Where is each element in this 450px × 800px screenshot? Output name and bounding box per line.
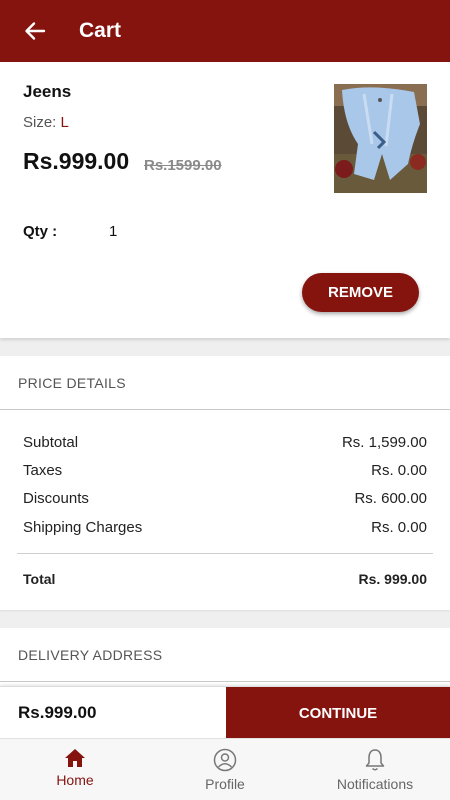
taxes-value: Rs. 0.00 [371, 462, 427, 479]
remove-button[interactable]: REMOVE [302, 273, 419, 312]
home-icon [65, 749, 85, 767]
nav-item-notifications[interactable]: Notifications [300, 739, 450, 800]
bottom-navigation: Home Profile Notifications [0, 738, 450, 800]
price-row-total: Total Rs. 999.00 [23, 571, 427, 587]
profile-icon [213, 748, 237, 772]
continue-button[interactable]: CONTINUE [226, 687, 450, 739]
arrow-left-icon [25, 22, 46, 40]
subtotal-value: Rs. 1,599.00 [341, 434, 427, 451]
discounts-label: Discounts [23, 490, 89, 507]
product-image[interactable] [334, 84, 427, 193]
product-size: Size: L [23, 114, 69, 131]
price-details-title: PRICE DETAILS [18, 375, 126, 391]
price-row-shipping: Shipping Charges Rs. 0.00 [23, 519, 427, 536]
checkout-bar: Rs.999.00 CONTINUE [0, 686, 450, 739]
total-value: Rs. 999.00 [358, 571, 428, 587]
nav-label-notifications: Notifications [336, 776, 414, 792]
section-divider [0, 681, 450, 682]
checkout-total-price: Rs.999.00 [18, 703, 97, 722]
page-title: Cart [79, 19, 122, 42]
qty-label: Qty : [23, 223, 58, 240]
price-row-subtotal: Subtotal Rs. 1,599.00 [23, 434, 427, 451]
delivery-address-title: DELIVERY ADDRESS [18, 647, 163, 663]
shipping-value: Rs. 0.00 [371, 519, 427, 536]
shipping-label: Shipping Charges [23, 519, 143, 536]
section-divider [0, 409, 450, 410]
price-details-card: PRICE DETAILS Subtotal Rs. 1,599.00 Taxe… [0, 356, 450, 610]
bell-icon [365, 749, 385, 771]
discounts-value: Rs. 600.00 [354, 490, 427, 507]
total-label: Total [23, 571, 56, 587]
product-price: Rs.999.00 [23, 148, 130, 174]
product-original-price: Rs.1599.00 [144, 157, 222, 174]
back-button[interactable] [0, 0, 70, 62]
size-label: Size: [23, 114, 57, 131]
size-value: L [60, 114, 69, 131]
nav-item-profile[interactable]: Profile [150, 739, 300, 800]
nav-item-home[interactable]: Home [0, 739, 150, 800]
app-bar: Cart [0, 0, 450, 62]
taxes-label: Taxes [23, 462, 63, 479]
subtotal-label: Subtotal [23, 434, 79, 451]
qty-value[interactable]: 1 [109, 223, 117, 240]
nav-label-profile: Profile [205, 776, 245, 792]
nav-label-home: Home [56, 772, 94, 788]
total-divider [17, 553, 433, 554]
product-name: Jeens [23, 82, 72, 101]
price-row-taxes: Taxes Rs. 0.00 [23, 462, 427, 479]
cart-item-card: Jeens Size: L Rs.999.00 Rs.1599.00 Qty :… [0, 62, 450, 338]
price-row-discounts: Discounts Rs. 600.00 [23, 490, 427, 507]
